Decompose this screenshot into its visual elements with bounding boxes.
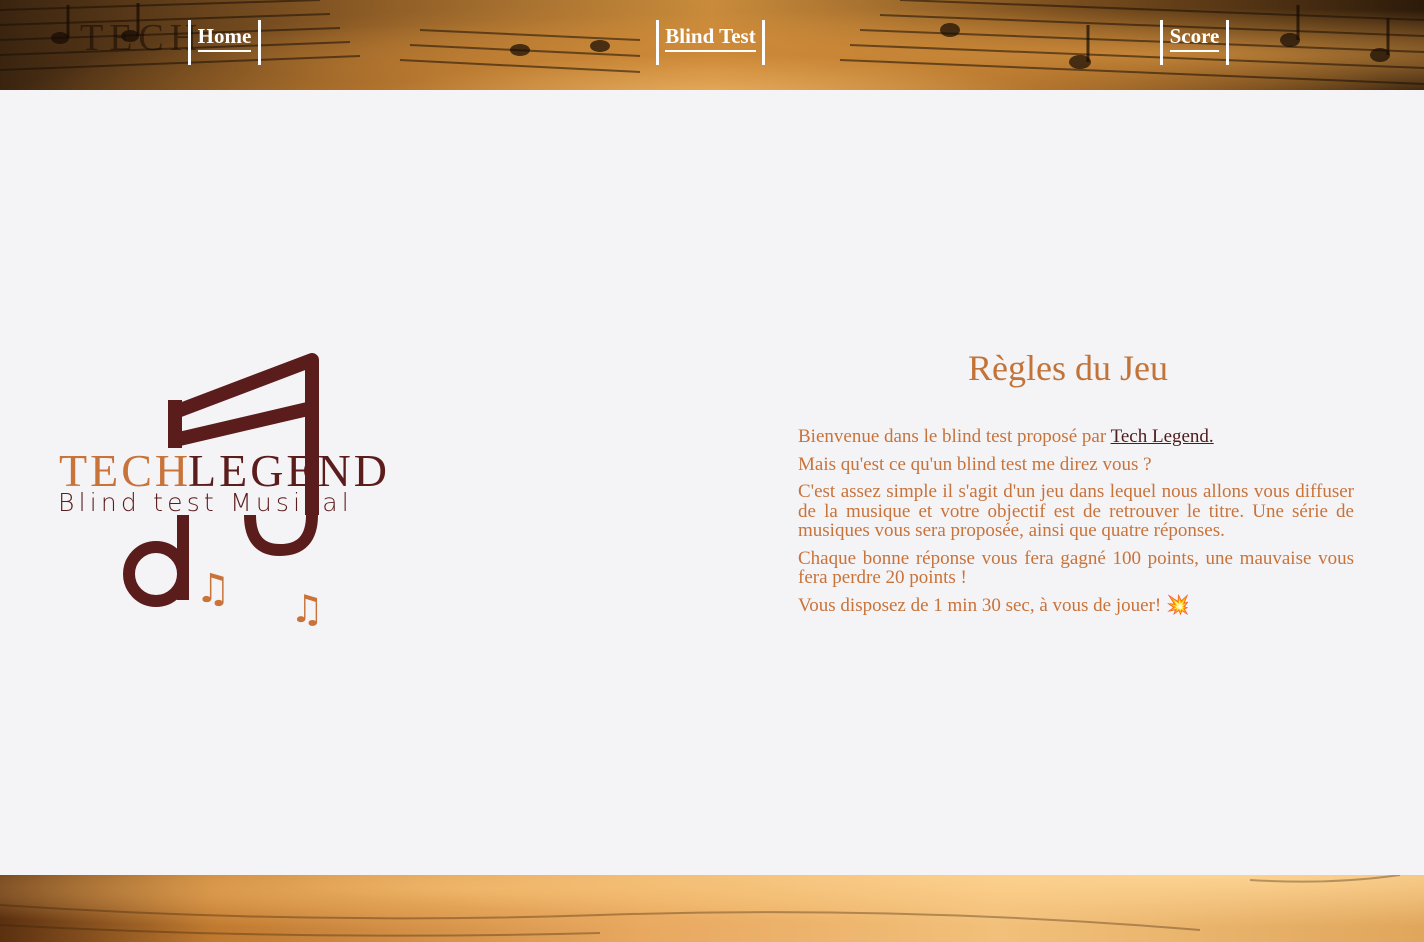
header-banner: TECH Home Blind Test Score xyxy=(0,0,1424,90)
rules-timer-paragraph: Vous disposez de 1 min 30 sec, à vous de… xyxy=(798,594,1354,616)
logo-subtitle: Blind test Musical xyxy=(58,488,353,517)
footer-banner xyxy=(0,875,1424,942)
nav-home: Home xyxy=(188,20,261,65)
nav-blind-test: Blind Test xyxy=(656,20,765,65)
rules-intro-paragraph: Bienvenue dans le blind test proposé par… xyxy=(798,427,1354,447)
explosion-icon: 💥 xyxy=(1165,594,1190,616)
rules-title: Règles du Jeu xyxy=(968,348,1168,388)
rules-intro-text: Bienvenue dans le blind test proposé par xyxy=(798,426,1111,447)
rules-content: Bienvenue dans le blind test proposé par… xyxy=(798,427,1354,623)
rules-points-paragraph: Chaque bonne réponse vous fera gagné 100… xyxy=(798,547,1354,588)
rules-explanation-paragraph: C'est assez simple il s'agit d'un jeu da… xyxy=(798,481,1354,541)
footer-music-background xyxy=(0,875,1401,937)
svg-text:♫: ♫ xyxy=(290,587,324,631)
svg-text:♫: ♫ xyxy=(195,566,231,612)
rules-timer-text: Vous disposez de 1 min 30 sec, à vous de… xyxy=(798,594,1166,616)
techlegend-logo: ♫ ♫ TECH LEGEND Blind test Musical xyxy=(50,350,390,635)
nav-score: Score xyxy=(1160,20,1229,65)
nav-score-link[interactable]: Score xyxy=(1169,23,1220,52)
rules-question-paragraph: Mais qu'est ce qu'un blind test me direz… xyxy=(798,453,1152,475)
nav-home-link[interactable]: Home xyxy=(197,23,252,52)
svg-text:TECH: TECH xyxy=(80,17,203,59)
nav-blind-test-link[interactable]: Blind Test xyxy=(665,23,756,52)
tech-legend-link[interactable]: Tech Legend. xyxy=(1111,426,1214,447)
